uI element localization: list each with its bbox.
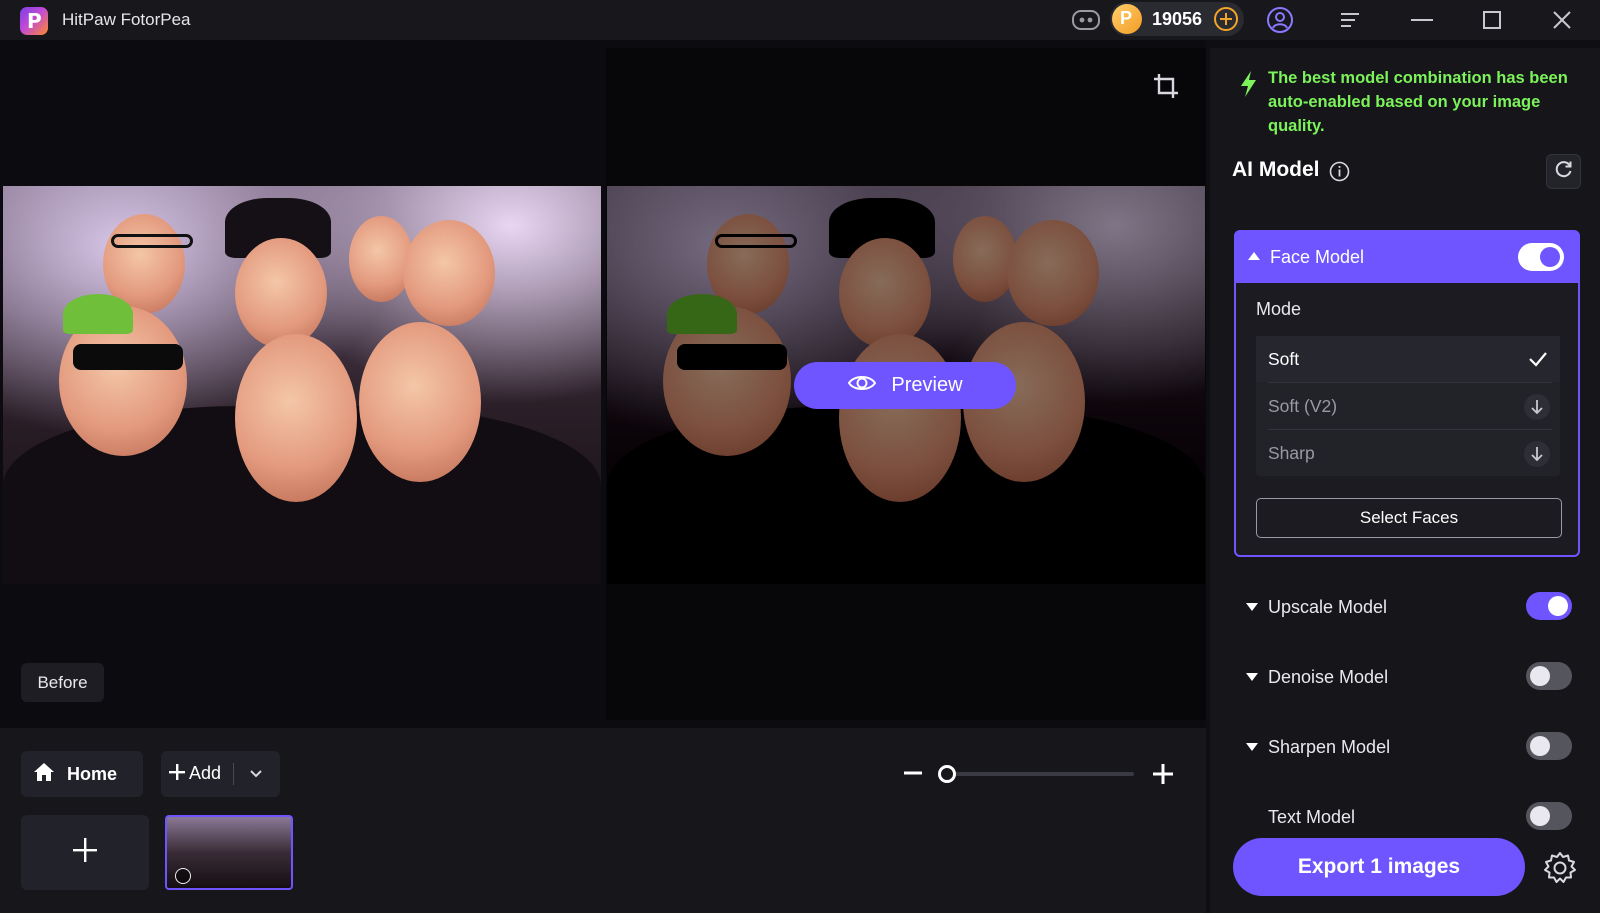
face-model-header[interactable]: Face Model — [1236, 232, 1578, 283]
caret-down-icon — [1246, 603, 1258, 611]
sharpen-model-toggle[interactable] — [1526, 732, 1572, 760]
home-label: Home — [67, 763, 118, 784]
export-button[interactable]: Export 1 images — [1233, 838, 1525, 896]
mode-option-label: Soft — [1268, 348, 1300, 369]
sharpen-model-row[interactable]: Sharpen Model — [1234, 724, 1580, 770]
info-icon[interactable] — [1329, 161, 1350, 182]
face-model-label: Face Model — [1270, 247, 1365, 267]
mode-option-soft[interactable]: Soft — [1256, 336, 1560, 382]
coin-balance[interactable]: 19056 — [1110, 2, 1244, 36]
ai-model-title: AI Model — [1232, 158, 1320, 181]
mode-option-label: Sharp — [1268, 442, 1315, 463]
zoom-out-icon[interactable] — [902, 762, 924, 784]
lightning-icon — [1238, 70, 1258, 98]
text-model-toggle[interactable] — [1526, 802, 1572, 830]
before-image — [3, 186, 601, 584]
upscale-model-toggle[interactable] — [1526, 592, 1572, 620]
add-plus-icon — [169, 764, 185, 785]
before-label: Before — [21, 663, 104, 702]
crop-icon[interactable] — [1152, 72, 1180, 100]
sharpen-model-label: Sharpen Model — [1268, 737, 1391, 757]
refresh-icon — [1555, 160, 1573, 183]
face-model-card: Face Model Mode Soft Soft (V2) Sharp Sel… — [1234, 230, 1580, 557]
upscale-model-row[interactable]: Upscale Model — [1234, 584, 1580, 630]
add-button[interactable]: Add — [161, 751, 280, 797]
face-model-toggle[interactable] — [1518, 243, 1564, 271]
home-icon — [33, 762, 55, 787]
maximize-icon[interactable] — [1476, 4, 1508, 36]
denoise-model-toggle[interactable] — [1526, 662, 1572, 690]
checkmark-icon — [1528, 350, 1548, 368]
plus-icon — [72, 837, 98, 868]
home-button[interactable]: Home — [21, 751, 143, 797]
text-model-label: Text Model — [1268, 807, 1356, 827]
zoom-slider-handle[interactable] — [938, 765, 956, 783]
caret-up-icon — [1248, 252, 1260, 260]
minimize-icon[interactable] — [1406, 4, 1438, 36]
caret-down-icon — [1246, 673, 1258, 681]
preview-label: Preview — [891, 374, 963, 396]
reset-button[interactable] — [1546, 154, 1581, 189]
zoom-in-icon[interactable] — [1151, 762, 1175, 786]
coin-icon — [1112, 4, 1142, 34]
download-icon[interactable] — [1524, 394, 1550, 420]
mode-option-label: Soft (V2) — [1268, 395, 1338, 416]
download-icon[interactable] — [1524, 441, 1550, 467]
coin-count: 19056 — [1152, 9, 1203, 29]
mode-option-sharp[interactable]: Sharp — [1256, 430, 1560, 476]
gear-icon[interactable] — [1542, 850, 1578, 886]
preview-button[interactable]: Preview — [794, 362, 1016, 409]
info-icon — [175, 868, 191, 884]
add-coins-icon[interactable] — [1214, 7, 1238, 31]
zoom-slider[interactable] — [938, 765, 1134, 783]
account-icon[interactable] — [1264, 4, 1296, 36]
close-icon[interactable] — [1546, 4, 1578, 36]
image-thumbnail[interactable] — [165, 815, 293, 890]
chevron-down-icon[interactable] — [245, 763, 267, 785]
denoise-model-label: Denoise Model — [1268, 667, 1389, 687]
discord-icon[interactable] — [1070, 4, 1102, 36]
mode-list: Soft Soft (V2) Sharp — [1256, 336, 1560, 476]
select-faces-button[interactable]: Select Faces — [1256, 498, 1562, 538]
mode-label: Mode — [1256, 299, 1302, 319]
add-divider — [233, 763, 234, 785]
caret-down-icon — [1246, 743, 1258, 751]
add-label: Add — [189, 763, 222, 783]
text-model-row[interactable]: Text Model — [1234, 794, 1580, 840]
denoise-model-row[interactable]: Denoise Model — [1234, 654, 1580, 700]
add-image-tile[interactable] — [21, 815, 149, 890]
mode-option-soft-v2[interactable]: Soft (V2) — [1256, 383, 1560, 429]
auto-enabled-notice: The best model combination has been auto… — [1268, 69, 1568, 135]
app-logo-icon — [20, 7, 48, 35]
app-title: HitPaw FotorPea — [62, 10, 191, 29]
menu-icon[interactable] — [1334, 4, 1366, 36]
title-bar: HitPaw FotorPea 19056 — [0, 0, 1600, 40]
upscale-model-label: Upscale Model — [1268, 597, 1388, 617]
eye-icon — [847, 372, 877, 400]
